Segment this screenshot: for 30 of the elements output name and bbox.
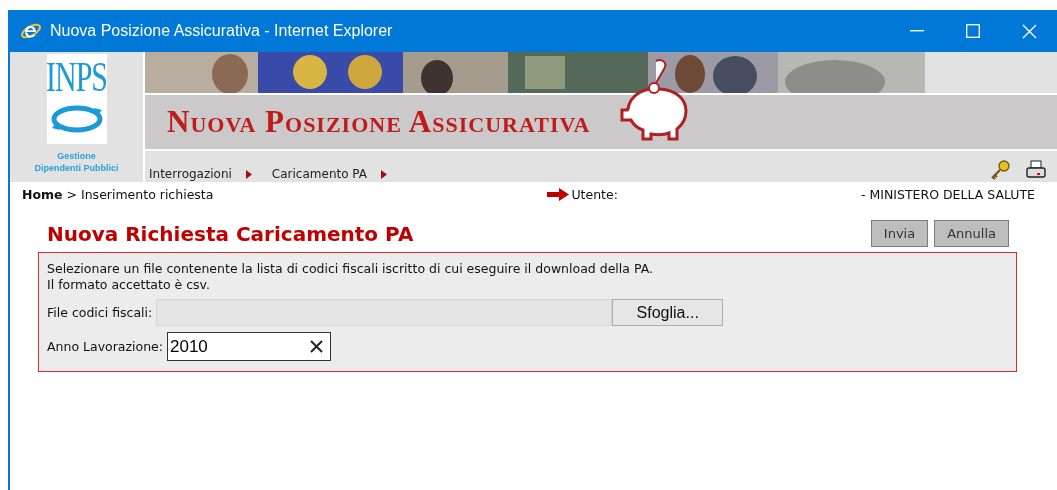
- triangle-icon: [381, 169, 388, 179]
- description-text: Selezionare un file contenente la lista di codici fiscali iscritto di cui eseguire il download della PA.: [47, 261, 654, 277]
- action-button[interactable]: Invia: [870, 220, 929, 247]
- banner-title: Nuova Posizione Assicurativa: [167, 104, 591, 140]
- printer-icon[interactable]: [1025, 158, 1047, 181]
- close-icon: [1021, 23, 1037, 39]
- user-name: - MINISTERO DELLA SALUTE: [861, 186, 1035, 202]
- minimize-icon: [910, 30, 924, 32]
- menu-item[interactable]: Interrogazioni: [149, 167, 252, 182]
- menu-item[interactable]: Caricamento PA: [271, 167, 388, 182]
- page-title: Nuova Richiesta Caricamento PA: [47, 221, 414, 246]
- logo-text: INPS: [46, 56, 107, 98]
- key-icon[interactable]: [989, 158, 1011, 181]
- triangle-icon: [245, 169, 252, 179]
- user-label: Utente:: [571, 186, 618, 202]
- clear-icon[interactable]: [310, 340, 323, 353]
- field-label: File codici fiscali:: [47, 305, 153, 320]
- year-field[interactable]: 2010: [167, 332, 331, 361]
- logo-arrows-icon: [49, 104, 104, 134]
- breadcrumb: Home > Inserimento richiesta: [22, 186, 214, 202]
- home-link[interactable]: Home: [22, 186, 63, 202]
- field-label: Anno Lavorazione:: [47, 339, 163, 354]
- window-title: Nuova Posizione Assicurativa - Internet Explorer: [50, 22, 393, 40]
- maximize-icon: [966, 24, 980, 38]
- browse-button[interactable]: Sfoglia...: [612, 299, 724, 326]
- action-button[interactable]: Annulla: [934, 220, 1009, 247]
- description-text: Il formato accettato è csv.: [47, 277, 211, 293]
- arrow-icon: [547, 187, 570, 201]
- logo-subtitle: Gestione Dipendenti Pubblici: [34, 150, 119, 174]
- file-path-field[interactable]: [156, 299, 613, 326]
